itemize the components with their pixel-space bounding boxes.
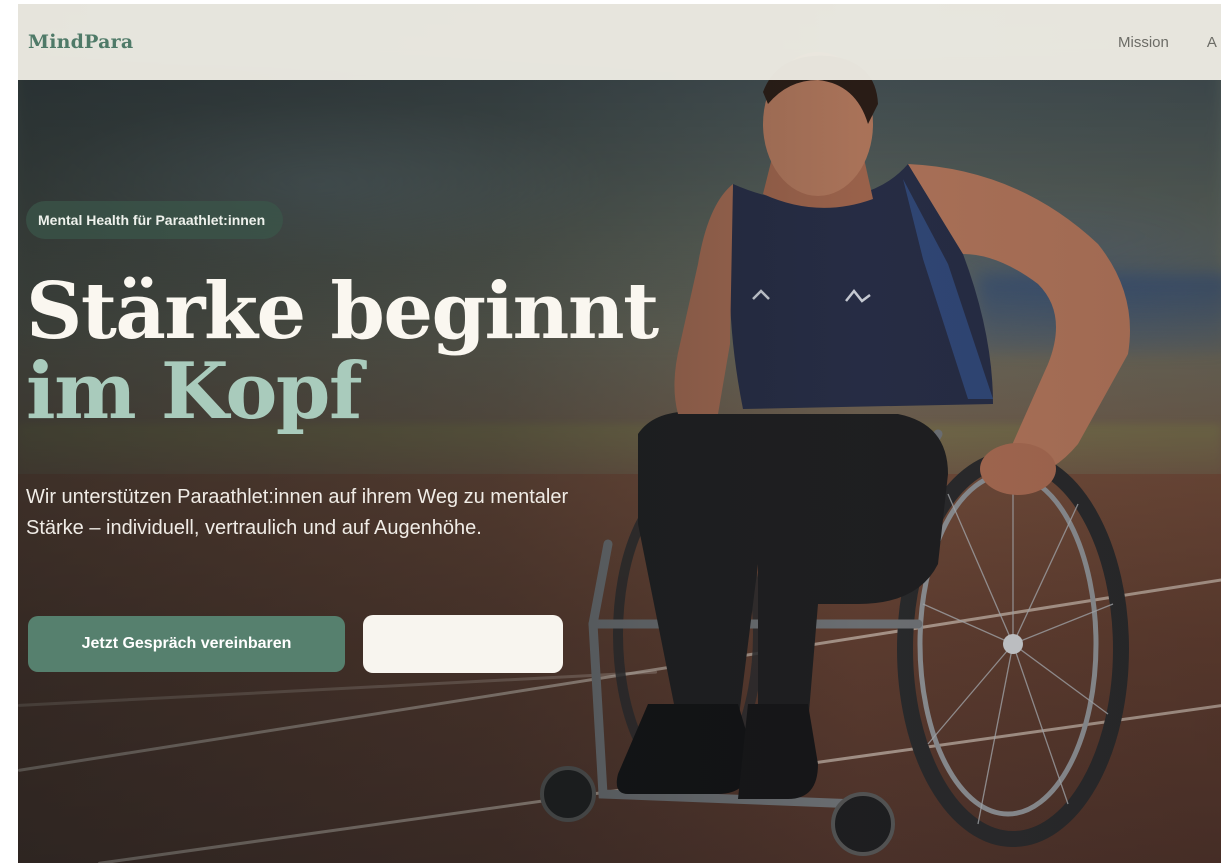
nav-link-truncated[interactable]: A	[1207, 34, 1217, 51]
hero-badge: Mental Health für Paraathlet:innen	[26, 201, 284, 239]
nav-link-mission[interactable]: Mission	[1118, 34, 1169, 51]
hero-headline: Stärke beginnt im Kopf	[26, 272, 786, 432]
headline-accent: im Kopf	[26, 346, 363, 437]
hero-subcopy: Wir unterstützen Paraathlet:innen auf ih…	[26, 486, 569, 539]
top-navbar: MindPara Mission A	[18, 4, 1221, 80]
nav-links: Mission A	[1118, 4, 1217, 80]
page-viewport: MindPara Mission A Mental Health für Par…	[18, 4, 1221, 863]
headline-main: Stärke beginnt	[26, 266, 659, 357]
brand-logo[interactable]: MindPara	[28, 31, 133, 53]
book-consultation-button[interactable]: Jetzt Gespräch vereinbaren	[28, 616, 345, 672]
secondary-cta-button[interactable]	[363, 615, 563, 673]
